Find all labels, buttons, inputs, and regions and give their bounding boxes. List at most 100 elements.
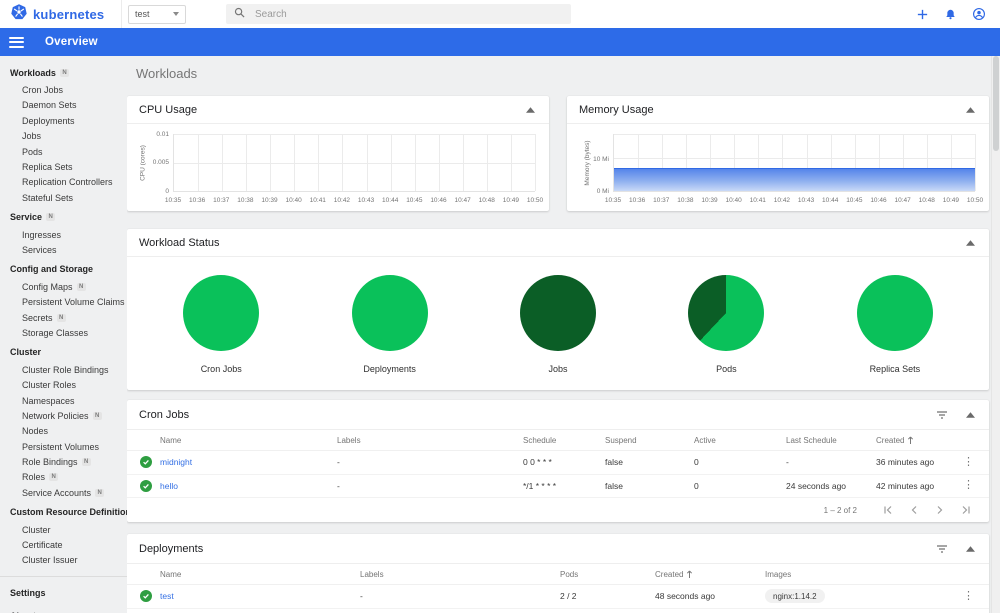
column-header-images[interactable]: Images (765, 570, 959, 579)
column-header-created[interactable]: Created (876, 436, 959, 445)
sidebar-item-certificate[interactable]: Certificate (0, 537, 127, 552)
pie-chart[interactable] (183, 275, 260, 351)
x-tick-label: 10:36 (628, 197, 646, 204)
sidebar-item-network-policies[interactable]: Network Policies N (0, 408, 127, 423)
collapse-card-button[interactable] (964, 105, 977, 115)
sidebar-item-stateful-sets[interactable]: Stateful Sets (0, 190, 127, 205)
x-tick-label: 10:50 (966, 197, 984, 204)
last-page-button[interactable] (957, 504, 975, 516)
resource-link[interactable]: midnight (160, 457, 192, 467)
notifications-button[interactable] (942, 6, 959, 23)
next-page-button[interactable] (931, 504, 949, 516)
sidebar-item-config-maps[interactable]: Config Maps N (0, 279, 127, 294)
filter-icon[interactable] (934, 408, 950, 422)
column-header-label: Active (694, 435, 716, 445)
sidebar-item-persistent-volume-claims[interactable]: Persistent Volume ClaimsN (0, 294, 127, 309)
table-cell-value: - (360, 591, 363, 602)
x-tick-label: 10:36 (188, 197, 206, 204)
menu-icon[interactable] (9, 36, 24, 48)
workload-status-title: Workload Status (139, 237, 220, 249)
sidebar-item-cluster-roles[interactable]: Cluster Roles (0, 377, 127, 392)
sidebar-item-replica-sets[interactable]: Replica Sets (0, 159, 127, 174)
sidebar-item-label: Workloads (10, 67, 56, 78)
status-ok-icon (140, 456, 152, 469)
column-header-labels[interactable]: Labels (337, 436, 523, 445)
x-tick-label: 10:38 (237, 197, 254, 204)
column-header-created[interactable]: Created (655, 570, 765, 579)
column-header-label: Labels (337, 435, 361, 445)
column-header-label: Schedule (523, 435, 557, 445)
sidebar-item-secrets[interactable]: Secrets N (0, 310, 127, 325)
sidebar-item-persistent-volumes[interactable]: Persistent Volumes (0, 439, 127, 454)
sidebar-item-cluster-issuer[interactable]: Cluster Issuer (0, 553, 127, 568)
cpu-y-axis-label: CPU (cores) (139, 145, 147, 181)
page-scrollbar[interactable] (991, 56, 1000, 613)
y-tick: 0 Mi (596, 188, 609, 195)
search-input[interactable] (255, 8, 535, 20)
sidebar-item-jobs[interactable]: Jobs (0, 129, 127, 144)
status-ok-icon (140, 590, 152, 603)
pie-label: Replica Sets (869, 364, 921, 374)
table-cell-value: 2 / 2 (560, 591, 577, 602)
column-header-labels[interactable]: Labels (360, 570, 560, 579)
sidebar-item-label: Namespaces (22, 395, 75, 406)
resource-link[interactable]: hello (160, 481, 178, 491)
memory-usage-card: Memory Usage Memory (bytes) 10 Mi 0 Mi 1… (567, 96, 989, 211)
sidebar-item-service[interactable]: Service N (0, 210, 127, 225)
sidebar-item-services[interactable]: Services (0, 242, 127, 257)
namespaced-badge: N (76, 282, 86, 291)
sidebar-item-cron-jobs[interactable]: Cron Jobs (0, 82, 127, 97)
sidebar-item-ingresses[interactable]: Ingresses (0, 227, 127, 242)
pie-chart[interactable] (520, 275, 597, 351)
sidebar-item-label: Jobs (22, 131, 42, 142)
column-header-name[interactable]: Name (160, 570, 360, 579)
row-menu-button[interactable]: ⋮ (959, 589, 978, 604)
sidebar-item-roles[interactable]: Roles N (0, 470, 127, 485)
resource-link[interactable]: test (160, 591, 174, 601)
sidebar-item-settings[interactable]: Settings (0, 582, 127, 603)
workload-pie-pods: Pods (642, 275, 810, 374)
collapse-card-button[interactable] (964, 238, 977, 248)
create-resource-button[interactable] (914, 6, 931, 23)
sidebar-item-replication-controllers[interactable]: Replication Controllers (0, 175, 127, 190)
pie-chart[interactable] (351, 275, 428, 351)
page-title: Workloads (136, 66, 198, 81)
search-bar[interactable] (226, 4, 571, 24)
pie-chart[interactable] (856, 275, 933, 351)
row-menu-button[interactable]: ⋮ (959, 455, 978, 470)
sidebar-item-deployments[interactable]: Deployments (0, 113, 127, 128)
sidebar-item-storage-classes[interactable]: Storage Classes (0, 325, 127, 340)
namespace-selector[interactable]: test (128, 4, 186, 24)
first-page-button[interactable] (879, 504, 897, 516)
sidebar-item-cluster-role-bindings[interactable]: Cluster Role Bindings (0, 362, 127, 377)
collapse-card-button[interactable] (524, 105, 537, 115)
column-header-last-schedule[interactable]: Last Schedule (786, 436, 876, 445)
column-header-name[interactable]: Name (160, 436, 337, 445)
scrollbar-thumb[interactable] (993, 56, 999, 151)
x-tick-label: 10:38 (677, 197, 694, 204)
sidebar-item-cluster[interactable]: Cluster (0, 522, 127, 537)
column-header-pods[interactable]: Pods (560, 570, 655, 579)
sidebar-item-workloads[interactable]: Workloads N (0, 65, 127, 80)
last-schedule-value: - (786, 457, 789, 468)
sidebar-item-about[interactable]: About (0, 605, 127, 613)
column-header-suspend[interactable]: Suspend (605, 436, 694, 445)
sidebar-item-daemon-sets[interactable]: Daemon Sets (0, 98, 127, 113)
row-menu-button[interactable]: ⋮ (959, 478, 978, 493)
filter-icon[interactable] (934, 542, 950, 556)
brand[interactable]: kubernetes (0, 0, 122, 28)
sidebar-item-service-accounts[interactable]: Service Accounts N (0, 485, 127, 500)
pie-chart[interactable] (688, 275, 765, 351)
previous-page-button[interactable] (905, 504, 923, 516)
sidebar-item-nodes[interactable]: Nodes (0, 424, 127, 439)
collapse-card-button[interactable] (964, 544, 977, 554)
header-actions (914, 5, 1000, 23)
collapse-card-button[interactable] (964, 410, 977, 420)
sidebar-item-namespaces[interactable]: Namespaces (0, 393, 127, 408)
namespaced-badge: N (81, 458, 91, 467)
sidebar-item-pods[interactable]: Pods (0, 144, 127, 159)
column-header-schedule[interactable]: Schedule (523, 436, 605, 445)
user-account-button[interactable] (970, 5, 988, 23)
sidebar-item-role-bindings[interactable]: Role Bindings N (0, 454, 127, 469)
column-header-active[interactable]: Active (694, 436, 786, 445)
